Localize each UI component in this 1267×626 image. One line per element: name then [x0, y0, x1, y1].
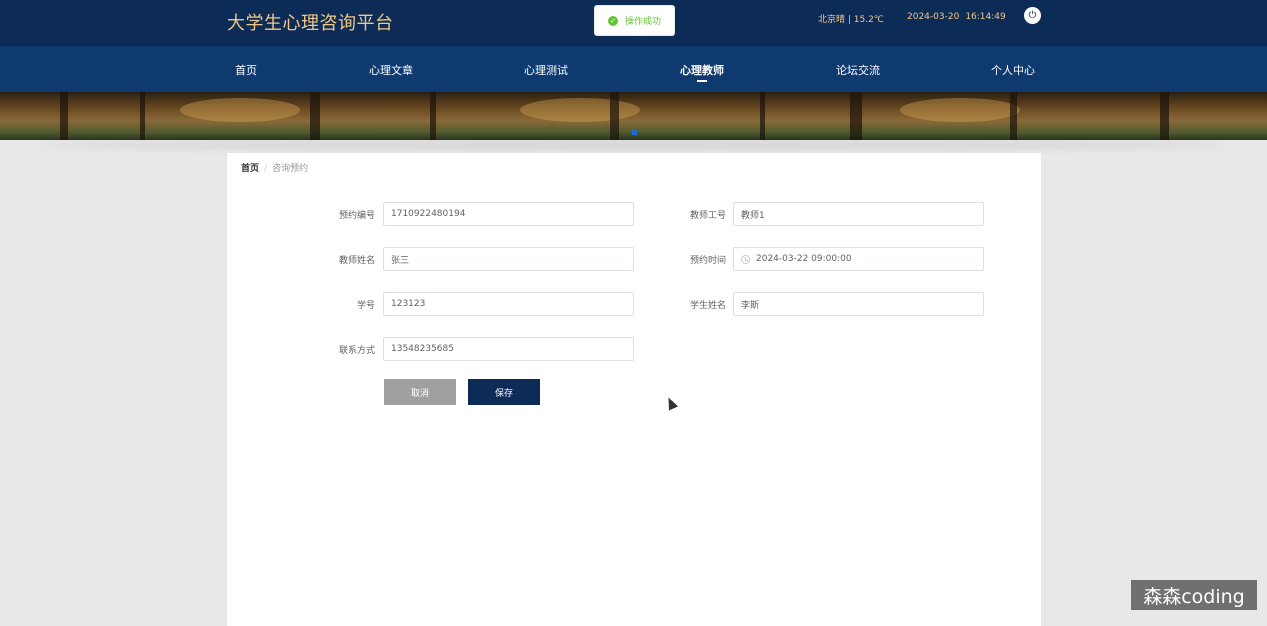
nav-item-articles[interactable]: 心理文章: [369, 62, 413, 78]
booking-time-picker[interactable]: 2024-03-22 09:00:00: [733, 247, 984, 271]
student-no-input[interactable]: 123123: [383, 292, 634, 316]
student-name-input[interactable]: 李斯: [733, 292, 984, 316]
power-icon[interactable]: ⏻: [1024, 7, 1041, 24]
contact-input[interactable]: 13548235685: [383, 337, 634, 361]
booking-no-label: 预约编号: [338, 211, 375, 221]
carousel-indicator[interactable]: [632, 130, 637, 135]
toast-message: 操作成功: [625, 17, 662, 27]
content-panel: 首页 / 咨询预约 预约编号 1710922480194 教师工号 教师1 教师姓名…: [227, 153, 1041, 626]
weather-info: 北京晴 | 15.2℃: [818, 15, 884, 25]
teacher-id-input[interactable]: 教师1: [733, 202, 984, 226]
site-title: 大学生心理咨询平台: [227, 13, 394, 34]
breadcrumb-home[interactable]: 首页: [241, 164, 259, 174]
student-no-label: 学号: [356, 301, 375, 311]
success-toast: ✓ 操作成功: [594, 5, 675, 36]
current-datetime: 2024-03-20 16:14:49: [907, 12, 1012, 22]
breadcrumb: 首页 / 咨询预约: [241, 161, 308, 174]
booking-time-label: 预约时间: [689, 256, 726, 266]
watermark: 森森coding: [1131, 580, 1257, 610]
booking-time-value: 2024-03-22 09:00:00: [756, 254, 852, 264]
breadcrumb-separator: /: [264, 164, 268, 174]
contact-label: 联系方式: [338, 346, 375, 356]
teacher-id-label: 教师工号: [689, 211, 726, 221]
banner-image: [0, 92, 1267, 140]
current-time: 16:14:49: [965, 12, 1006, 22]
student-name-label: 学生姓名: [689, 301, 726, 311]
nav-item-home[interactable]: 首页: [235, 62, 257, 78]
check-circle-icon: ✓: [608, 15, 618, 26]
main-nav: 首页 心理文章 心理测试 心理教师 论坛交流 个人中心: [0, 46, 1267, 92]
save-button[interactable]: 保存: [468, 379, 540, 405]
teacher-name-label: 教师姓名: [338, 256, 375, 266]
nav-item-profile[interactable]: 个人中心: [991, 62, 1035, 78]
current-date: 2024-03-20: [907, 12, 960, 22]
clock-icon: [741, 254, 750, 264]
nav-item-forum[interactable]: 论坛交流: [836, 62, 880, 78]
nav-item-tests[interactable]: 心理测试: [524, 62, 568, 78]
breadcrumb-current: 咨询预约: [272, 164, 309, 174]
nav-item-teachers[interactable]: 心理教师: [680, 62, 724, 78]
booking-no-input[interactable]: 1710922480194: [383, 202, 634, 226]
teacher-name-input[interactable]: 张三: [383, 247, 634, 271]
cancel-button[interactable]: 取消: [384, 379, 456, 405]
